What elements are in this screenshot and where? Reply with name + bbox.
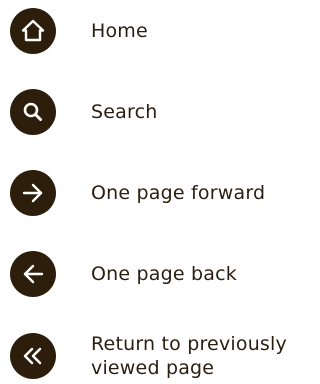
arrow-left-icon[interactable] bbox=[10, 251, 56, 297]
navigation-legend: Home Search One page forward One page ba… bbox=[0, 0, 316, 384]
nav-label-search: Search bbox=[91, 101, 158, 123]
nav-label-page-back: One page back bbox=[91, 263, 237, 285]
nav-label-page-forward: One page forward bbox=[91, 182, 266, 204]
home-icon[interactable] bbox=[10, 8, 56, 54]
nav-label-return-previous: Return to previously viewed page bbox=[91, 333, 287, 379]
double-chevron-left-icon[interactable] bbox=[10, 333, 56, 379]
search-icon[interactable] bbox=[10, 89, 56, 135]
nav-item-home[interactable]: Home bbox=[10, 8, 310, 54]
nav-label-home: Home bbox=[91, 20, 148, 42]
nav-item-return-previous[interactable]: Return to previously viewed page bbox=[10, 332, 310, 380]
nav-item-page-back[interactable]: One page back bbox=[10, 251, 310, 297]
arrow-right-icon[interactable] bbox=[10, 170, 56, 216]
nav-item-search[interactable]: Search bbox=[10, 89, 310, 135]
nav-item-page-forward[interactable]: One page forward bbox=[10, 170, 310, 216]
